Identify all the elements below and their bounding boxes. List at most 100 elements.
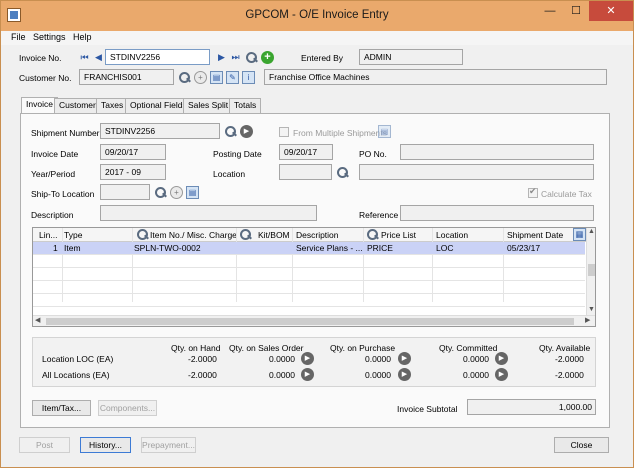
components-button[interactable]: Components... <box>98 400 157 416</box>
calculate-tax-label: Calculate Tax <box>541 189 592 199</box>
cell-line: 1 <box>53 243 58 253</box>
customer-info-icon[interactable]: i <box>242 71 255 84</box>
table-row[interactable]: 1 Item SPLN-TWO-0002 Service Plans - ...… <box>33 242 585 255</box>
invoice-entry-window: GPCOM - O/E Invoice Entry — ☐ ✕ File Set… <box>0 0 634 468</box>
tab-taxes[interactable]: Taxes <box>96 98 129 113</box>
col-location[interactable]: Location <box>436 230 468 240</box>
history-button[interactable]: History... <box>80 437 131 453</box>
maximize-button[interactable]: ☐ <box>563 1 589 21</box>
col-kit-bom[interactable]: Kit/BOM <box>258 230 290 240</box>
table-row[interactable] <box>33 294 585 307</box>
shipments-list-icon[interactable]: ▤ <box>378 125 391 138</box>
first-record-icon[interactable]: ⏮ <box>78 51 91 64</box>
qty-committed-header: Qty. Committed <box>439 343 498 353</box>
tab-invoice[interactable]: Invoice <box>21 97 58 113</box>
col-shipment-date[interactable]: Shipment Date <box>507 230 563 240</box>
customer-search-icon[interactable] <box>178 71 191 84</box>
customer-new-icon[interactable]: + <box>194 71 207 84</box>
grid-vertical-scrollbar[interactable]: ▲ ▼ <box>586 228 595 316</box>
committed-drilldown-icon[interactable]: ▶ <box>495 352 508 365</box>
from-multiple-shipments-checkbox[interactable] <box>279 127 289 137</box>
cell-price-list: PRICE <box>367 243 393 253</box>
location-search-icon[interactable] <box>336 166 349 179</box>
invoice-no-input[interactable]: STDINV2256 <box>105 49 210 65</box>
grid-header: Lin... Type Item No./ Misc. Charge Kit/B… <box>33 228 589 242</box>
kit-finder-icon[interactable] <box>239 228 252 241</box>
shipment-goto-icon[interactable]: ▶ <box>240 125 253 138</box>
minimize-button[interactable]: — <box>537 1 563 21</box>
year-period-field: 2017 - 09 <box>100 164 166 180</box>
title-bar: GPCOM - O/E Invoice Entry — ☐ ✕ <box>1 1 633 31</box>
scroll-down-icon[interactable]: ▼ <box>588 306 595 313</box>
search-icon[interactable] <box>245 51 258 64</box>
all-locations-row-label: All Locations (EA) <box>42 370 110 380</box>
calculate-tax-checkbox[interactable] <box>528 186 538 198</box>
col-price-list[interactable]: Price List <box>381 230 416 240</box>
col-line[interactable]: Lin... <box>39 230 57 240</box>
location-description-field <box>359 164 594 180</box>
qty-on-sales-order-header: Qty. on Sales Order <box>229 343 304 353</box>
tab-customer[interactable]: Customer <box>54 98 101 113</box>
qty-on-hand-header: Qty. on Hand <box>171 343 221 353</box>
tab-totals[interactable]: Totals <box>229 98 262 113</box>
all-purchase-drilldown-icon[interactable]: ▶ <box>398 368 411 381</box>
tab-optional-fields[interactable]: Optional Fields <box>125 98 192 113</box>
po-no-label: PO No. <box>359 149 387 159</box>
vertical-scroll-thumb[interactable] <box>588 264 595 276</box>
scroll-right-icon[interactable]: ▶ <box>585 316 590 324</box>
previous-record-icon[interactable]: ◀ <box>92 51 105 64</box>
ship-to-zoom-icon[interactable]: ▤ <box>186 186 199 199</box>
ship-to-location-label: Ship-To Location <box>31 189 95 199</box>
menu-help[interactable]: Help <box>73 32 92 42</box>
invoice-date-field: 09/20/17 <box>100 144 166 160</box>
tab-sales-split[interactable]: Sales Split <box>183 98 234 113</box>
location-field <box>279 164 332 180</box>
table-row[interactable] <box>33 281 585 294</box>
cell-location: LOC <box>436 243 454 253</box>
ship-to-new-icon[interactable]: + <box>170 186 183 199</box>
po-no-field <box>400 144 594 160</box>
grid-horizontal-scrollbar[interactable]: ◀ ▶ <box>33 315 595 326</box>
cell-item: SPLN-TWO-0002 <box>134 243 201 253</box>
year-period-label: Year/Period <box>31 169 76 179</box>
reference-field <box>400 205 594 221</box>
col-type[interactable]: Type <box>64 230 82 240</box>
qty-available-header: Qty. Available <box>539 343 591 353</box>
all-sales-order-drilldown-icon[interactable]: ▶ <box>301 368 314 381</box>
menu-settings[interactable]: Settings <box>33 32 66 42</box>
item-tax-button[interactable]: Item/Tax... <box>32 400 91 416</box>
post-button[interactable]: Post <box>19 437 70 453</box>
table-row[interactable] <box>33 255 585 268</box>
next-record-icon[interactable]: ▶ <box>215 51 228 64</box>
all-qty-purchase: 0.0000 <box>365 370 391 380</box>
horizontal-scroll-thumb[interactable] <box>46 318 574 325</box>
sales-order-drilldown-icon[interactable]: ▶ <box>301 352 314 365</box>
all-committed-drilldown-icon[interactable]: ▶ <box>495 368 508 381</box>
menu-file[interactable]: File <box>11 32 26 42</box>
col-item-no[interactable]: Item No./ Misc. Charge <box>150 230 237 240</box>
price-list-finder-icon[interactable] <box>366 228 379 241</box>
detail-lines-grid[interactable]: Lin... Type Item No./ Misc. Charge Kit/B… <box>32 227 596 327</box>
ship-to-search-icon[interactable] <box>154 186 167 199</box>
all-qty-on-hand: -2.0000 <box>188 370 217 380</box>
calendar-icon[interactable]: ▦ <box>573 228 586 241</box>
scroll-up-icon[interactable]: ▲ <box>588 228 595 235</box>
last-record-icon[interactable]: ⏭ <box>229 51 242 64</box>
customer-edit-icon[interactable]: ✎ <box>226 71 239 84</box>
close-button[interactable]: Close <box>554 437 609 453</box>
close-window-button[interactable]: ✕ <box>589 1 633 21</box>
from-multiple-shipments-label: From Multiple Shipments <box>293 128 388 138</box>
new-invoice-icon[interactable]: + <box>261 51 274 64</box>
all-qty-available: -2.0000 <box>555 370 584 380</box>
col-description[interactable]: Description <box>296 230 339 240</box>
shipment-number-label: Shipment Number <box>31 128 100 138</box>
scroll-left-icon[interactable]: ◀ <box>35 316 40 324</box>
prepayment-button[interactable]: Prepayment... <box>141 437 196 453</box>
table-row[interactable] <box>33 268 585 281</box>
customer-zoom-icon[interactable]: ▤ <box>210 71 223 84</box>
purchase-drilldown-icon[interactable]: ▶ <box>398 352 411 365</box>
location-qty-available: -2.0000 <box>555 354 584 364</box>
quantity-summary-panel: Qty. on Hand Qty. on Sales Order Qty. on… <box>32 337 596 387</box>
shipment-search-icon[interactable] <box>224 125 237 138</box>
item-finder-icon[interactable] <box>136 228 149 241</box>
